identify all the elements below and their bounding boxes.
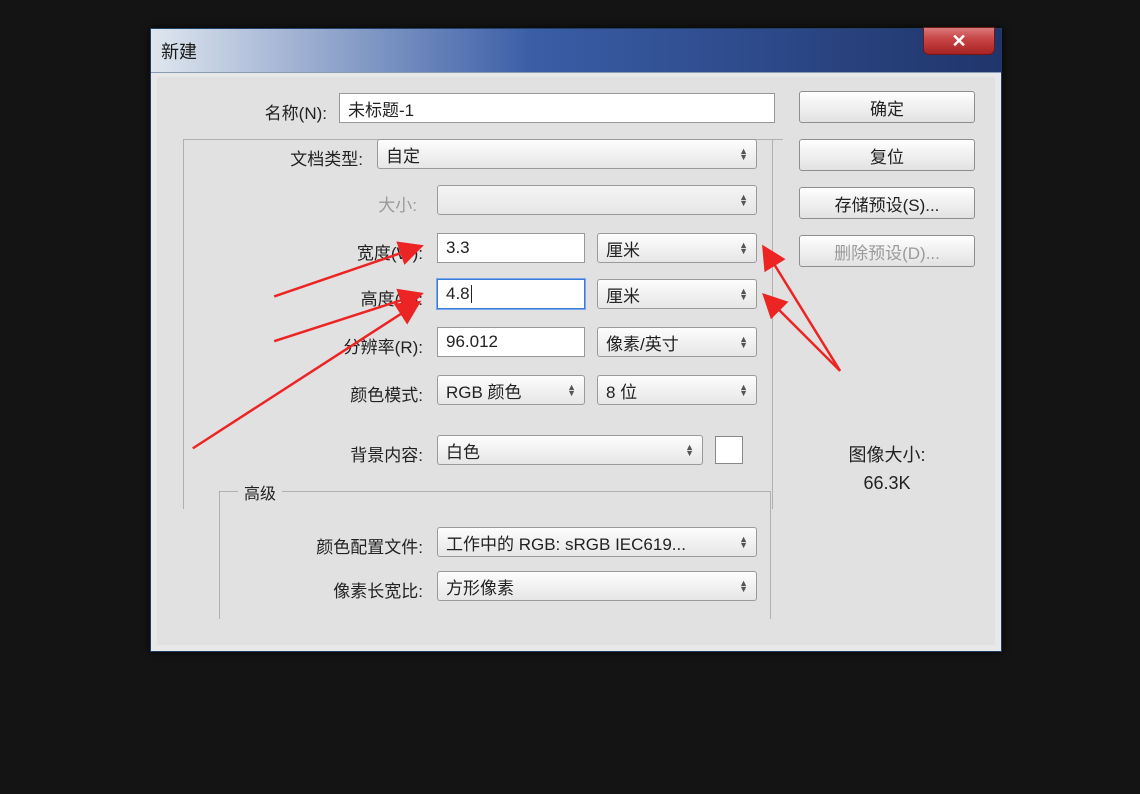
resolution-value: 96.012 <box>446 332 498 352</box>
resolution-unit-select[interactable]: 像素/英寸 ▲▼ <box>597 327 757 357</box>
advanced-legend: 高级 <box>238 480 282 504</box>
size-label: 大小: <box>283 191 423 216</box>
width-unit-value: 厘米 <box>606 236 640 261</box>
content-area: 名称(N): 未标题-1 文档类型: 自定 ▲▼ 大小: ▲▼ 宽度(W): <box>163 83 989 639</box>
size-select[interactable]: ▲▼ <box>437 185 757 215</box>
height-unit-value: 厘米 <box>606 282 640 307</box>
dialog-title: 新建 <box>161 38 197 64</box>
group-right-line <box>772 139 773 509</box>
save-label: 存储预设(S)... <box>835 191 940 216</box>
profile-select[interactable]: 工作中的 RGB: sRGB IEC619... ▲▼ <box>437 527 757 557</box>
doctype-label: 文档类型: <box>193 145 369 170</box>
chevron-updown-icon: ▲▼ <box>739 580 748 592</box>
dialog-body: 名称(N): 未标题-1 文档类型: 自定 ▲▼ 大小: ▲▼ 宽度(W): <box>157 77 995 645</box>
background-select[interactable]: 白色 ▲▼ <box>437 435 703 465</box>
chevron-updown-icon: ▲▼ <box>739 242 748 254</box>
title-bar[interactable]: 新建 ✕ <box>151 29 1001 73</box>
text-cursor <box>471 285 472 303</box>
aspect-value: 方形像素 <box>446 574 514 599</box>
reset-button[interactable]: 复位 <box>799 139 975 171</box>
close-button[interactable]: ✕ <box>923 27 995 55</box>
chevron-updown-icon: ▲▼ <box>739 194 748 206</box>
width-input[interactable]: 3.3 <box>437 233 585 263</box>
chevron-updown-icon: ▲▼ <box>739 288 748 300</box>
aspect-label: 像素长宽比: <box>243 577 429 602</box>
chevron-updown-icon: ▲▼ <box>685 444 694 456</box>
chevron-updown-icon: ▲▼ <box>739 336 748 348</box>
profile-value: 工作中的 RGB: sRGB IEC619... <box>446 530 686 555</box>
delete-label: 删除预设(D)... <box>834 239 940 264</box>
colordepth-value: 8 位 <box>606 378 637 403</box>
reset-label: 复位 <box>870 143 904 168</box>
delete-preset-button[interactable]: 删除预设(D)... <box>799 235 975 267</box>
colordepth-select[interactable]: 8 位 ▲▼ <box>597 375 757 405</box>
imagesize-value: 66.3K <box>799 473 975 494</box>
name-value: 未标题-1 <box>348 96 414 121</box>
resolution-unit-value: 像素/英寸 <box>606 330 679 355</box>
colormode-label: 颜色模式: <box>283 381 429 406</box>
chevron-updown-icon: ▲▼ <box>739 384 748 396</box>
resolution-input[interactable]: 96.012 <box>437 327 585 357</box>
background-label: 背景内容: <box>283 441 429 466</box>
height-value: 4.8 <box>446 284 470 304</box>
close-icon: ✕ <box>951 31 966 52</box>
chevron-updown-icon: ▲▼ <box>567 384 576 396</box>
doctype-value: 自定 <box>386 142 420 167</box>
ok-label: 确定 <box>870 95 904 120</box>
width-unit-select[interactable]: 厘米 ▲▼ <box>597 233 757 263</box>
imagesize-label: 图像大小: <box>799 441 975 467</box>
background-value: 白色 <box>446 438 480 463</box>
name-input[interactable]: 未标题-1 <box>339 93 775 123</box>
background-swatch[interactable] <box>715 436 743 464</box>
height-unit-select[interactable]: 厘米 ▲▼ <box>597 279 757 309</box>
chevron-updown-icon: ▲▼ <box>739 148 748 160</box>
colormode-select[interactable]: RGB 颜色 ▲▼ <box>437 375 585 405</box>
resolution-label: 分辨率(R): <box>283 333 429 358</box>
doctype-select[interactable]: 自定 ▲▼ <box>377 139 757 169</box>
height-label: 高度(H): <box>283 285 429 310</box>
aspect-select[interactable]: 方形像素 ▲▼ <box>437 571 757 601</box>
new-document-dialog: 新建 ✕ 名称(N): 未标题-1 文档类型: 自定 ▲▼ 大小: <box>150 28 1002 652</box>
width-label: 宽度(W): <box>283 239 429 264</box>
colormode-value: RGB 颜色 <box>446 378 522 403</box>
name-label: 名称(N): <box>163 99 333 124</box>
ok-button[interactable]: 确定 <box>799 91 975 123</box>
width-value: 3.3 <box>446 238 470 258</box>
chevron-updown-icon: ▲▼ <box>739 536 748 548</box>
height-input[interactable]: 4.8 <box>437 279 585 309</box>
profile-label: 颜色配置文件: <box>243 533 429 558</box>
save-preset-button[interactable]: 存储预设(S)... <box>799 187 975 219</box>
